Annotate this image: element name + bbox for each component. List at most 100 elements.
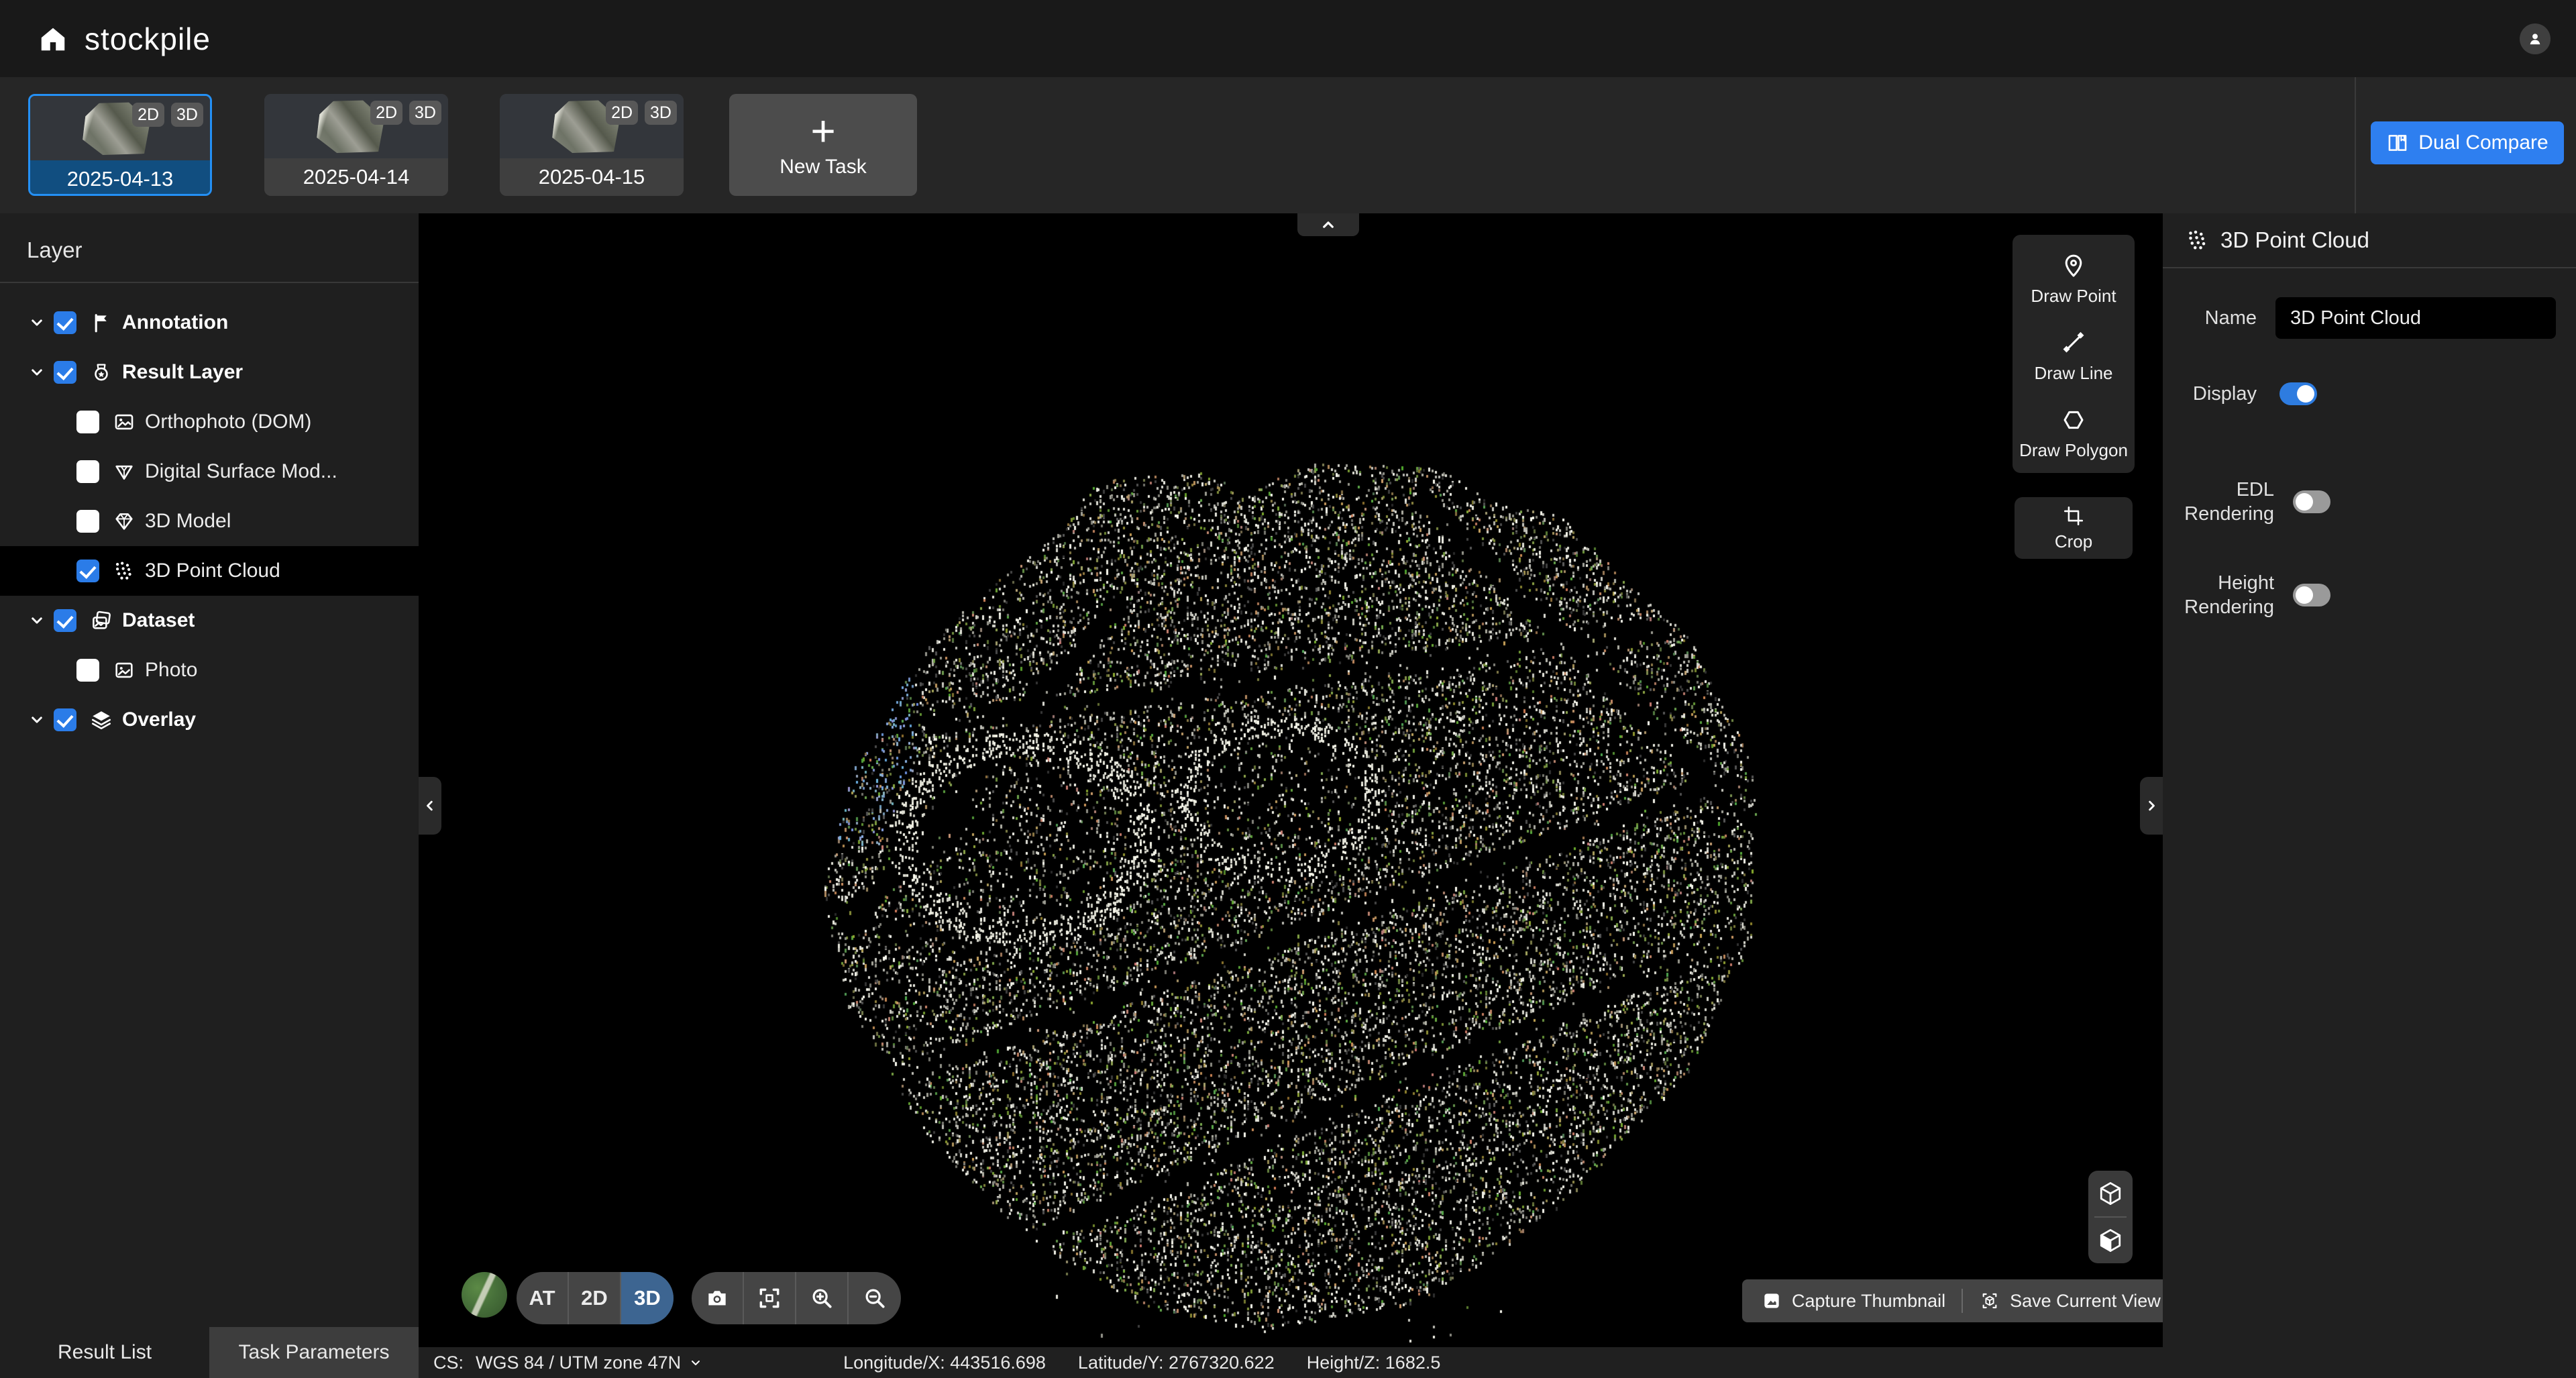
badge-3d[interactable]: 3D [409, 101, 441, 125]
latitude-readout: Latitude/Y: 2767320.622 [1078, 1353, 1275, 1373]
draw-point-button[interactable]: Draw Point [2012, 252, 2135, 307]
tree-row-dsm[interactable]: Digital Surface Mod... [0, 447, 419, 496]
zoom-out-button[interactable] [849, 1272, 901, 1324]
checkbox-orthophoto[interactable] [76, 411, 99, 433]
capture-thumbnail-label: Capture Thumbnail [1792, 1291, 1945, 1312]
toggle-knob [2296, 586, 2313, 604]
badge-2d[interactable]: 2D [132, 103, 164, 127]
toggle-knob [2297, 385, 2314, 403]
app-title: stockpile [85, 21, 211, 57]
tree-label: Dataset [122, 609, 195, 632]
tab-result-list[interactable]: Result List [0, 1327, 209, 1378]
user-icon [2526, 30, 2544, 48]
tab-task-parameters[interactable]: Task Parameters [209, 1327, 419, 1378]
cs-value: WGS 84 / UTM zone 47N [476, 1353, 681, 1373]
task-card-2025-04-15[interactable]: 2D 3D 2025-04-15 [500, 94, 684, 196]
perspective-cube-icon[interactable] [2096, 1179, 2125, 1208]
name-input[interactable] [2275, 297, 2556, 339]
minimap-thumbnail[interactable] [462, 1272, 507, 1318]
layer-panel: Layer Annotation Result Layer Orthophoto… [0, 213, 419, 1378]
new-task-label: New Task [780, 156, 867, 178]
ortho-cube-icon[interactable] [2096, 1226, 2125, 1255]
save-view-icon [1979, 1290, 2000, 1312]
display-label: Display [2163, 383, 2257, 405]
crop-button[interactable]: Crop [2015, 497, 2133, 559]
height-rendering-row: Height Rendering [2163, 571, 2576, 620]
chevron-down-icon[interactable] [27, 313, 47, 333]
checkbox-overlay[interactable] [54, 708, 76, 731]
chevron-down-icon[interactable] [27, 710, 47, 730]
chevron-down-icon[interactable] [27, 611, 47, 631]
3d-viewport[interactable]: Draw Point Draw Line Draw Polygon Crop A… [419, 213, 2163, 1347]
chevron-left-icon [421, 796, 439, 815]
tree-row-overlay[interactable]: Overlay [0, 695, 419, 745]
capture-thumbnail-button[interactable]: Capture Thumbnail [1761, 1290, 1945, 1312]
screenshot-button[interactable] [692, 1272, 744, 1324]
draw-polygon-label: Draw Polygon [2019, 440, 2128, 461]
height-rendering-label: Height Rendering [2163, 571, 2274, 620]
task-card-2025-04-14[interactable]: 2D 3D 2025-04-14 [264, 94, 448, 196]
checkbox-photo[interactable] [76, 659, 99, 682]
tree-row-annotation[interactable]: Annotation [0, 298, 419, 348]
fit-view-icon [757, 1285, 782, 1311]
view-mode-switch: AT 2D 3D [517, 1272, 674, 1324]
chevron-up-icon [1318, 215, 1338, 235]
chevron-down-icon[interactable] [27, 362, 47, 382]
zoom-in-button[interactable] [796, 1272, 849, 1324]
edl-rendering-toggle[interactable] [2293, 490, 2330, 513]
collapse-right-panel-handle[interactable] [2140, 777, 2163, 835]
mode-3d-button[interactable]: 3D [621, 1272, 674, 1324]
mode-2d-button[interactable]: 2D [569, 1272, 621, 1324]
dual-compare-button[interactable]: Dual Compare [2371, 121, 2564, 164]
home-icon[interactable] [38, 23, 68, 54]
draw-polygon-button[interactable]: Draw Polygon [2012, 407, 2135, 461]
task-card-2025-04-13[interactable]: 2D 3D 2025-04-13 [28, 94, 212, 196]
checkbox-result-layer[interactable] [54, 361, 76, 384]
zoom-out-icon [862, 1285, 888, 1311]
name-row: Name [2163, 297, 2576, 339]
coordinate-system-select[interactable]: WGS 84 / UTM zone 47N [476, 1353, 704, 1373]
checkbox-dataset[interactable] [54, 609, 76, 632]
task-thumbnail: 2D 3D [500, 94, 684, 158]
tree-row-3d-point-cloud[interactable]: 3D Point Cloud [0, 546, 419, 596]
badge-2d[interactable]: 2D [370, 101, 402, 125]
model-icon [113, 510, 136, 533]
image-icon [113, 411, 136, 433]
badge-3d[interactable]: 3D [171, 103, 203, 127]
tree-row-result-layer[interactable]: Result Layer [0, 348, 419, 397]
badge-icon [90, 361, 113, 384]
checkbox-3d-point-cloud[interactable] [76, 560, 99, 582]
toggle-knob [2296, 493, 2313, 511]
point-cloud-render[interactable] [419, 213, 2163, 1347]
flag-icon [90, 311, 113, 334]
plus-icon: + [810, 111, 835, 150]
photos-icon [90, 609, 113, 632]
task-strip: 2D 3D 2025-04-13 2D 3D 2025-04-14 2D 3D … [0, 77, 2576, 213]
layer-panel-title: Layer [0, 213, 419, 282]
edl-rendering-row: EDL Rendering [2163, 478, 2576, 527]
new-task-button[interactable]: + New Task [729, 94, 917, 196]
tree-row-photo[interactable]: Photo [0, 645, 419, 695]
height-rendering-toggle[interactable] [2293, 584, 2330, 606]
divider [1962, 1289, 1963, 1313]
point-cloud-icon [113, 560, 136, 582]
display-toggle[interactable] [2279, 382, 2317, 405]
tree-row-orthophoto[interactable]: Orthophoto (DOM) [0, 397, 419, 447]
user-avatar[interactable] [2520, 23, 2551, 54]
checkbox-dsm[interactable] [76, 460, 99, 483]
point-cloud-icon [2186, 228, 2210, 252]
checkbox-3d-model[interactable] [76, 510, 99, 533]
collapse-taskbar-handle[interactable] [1297, 213, 1359, 236]
mode-at-button[interactable]: AT [517, 1272, 569, 1324]
fit-view-button[interactable] [744, 1272, 796, 1324]
collapse-left-panel-handle[interactable] [419, 777, 441, 835]
save-current-view-button[interactable]: Save Current View [1979, 1290, 2161, 1312]
badge-2d[interactable]: 2D [606, 101, 638, 125]
longitude-readout: Longitude/X: 443516.698 [843, 1353, 1046, 1373]
checkbox-annotation[interactable] [54, 311, 76, 334]
projection-switch-pill [2088, 1171, 2133, 1263]
draw-line-button[interactable]: Draw Line [2012, 329, 2135, 384]
tree-row-dataset[interactable]: Dataset [0, 596, 419, 645]
badge-3d[interactable]: 3D [645, 101, 677, 125]
tree-row-3d-model[interactable]: 3D Model [0, 496, 419, 546]
